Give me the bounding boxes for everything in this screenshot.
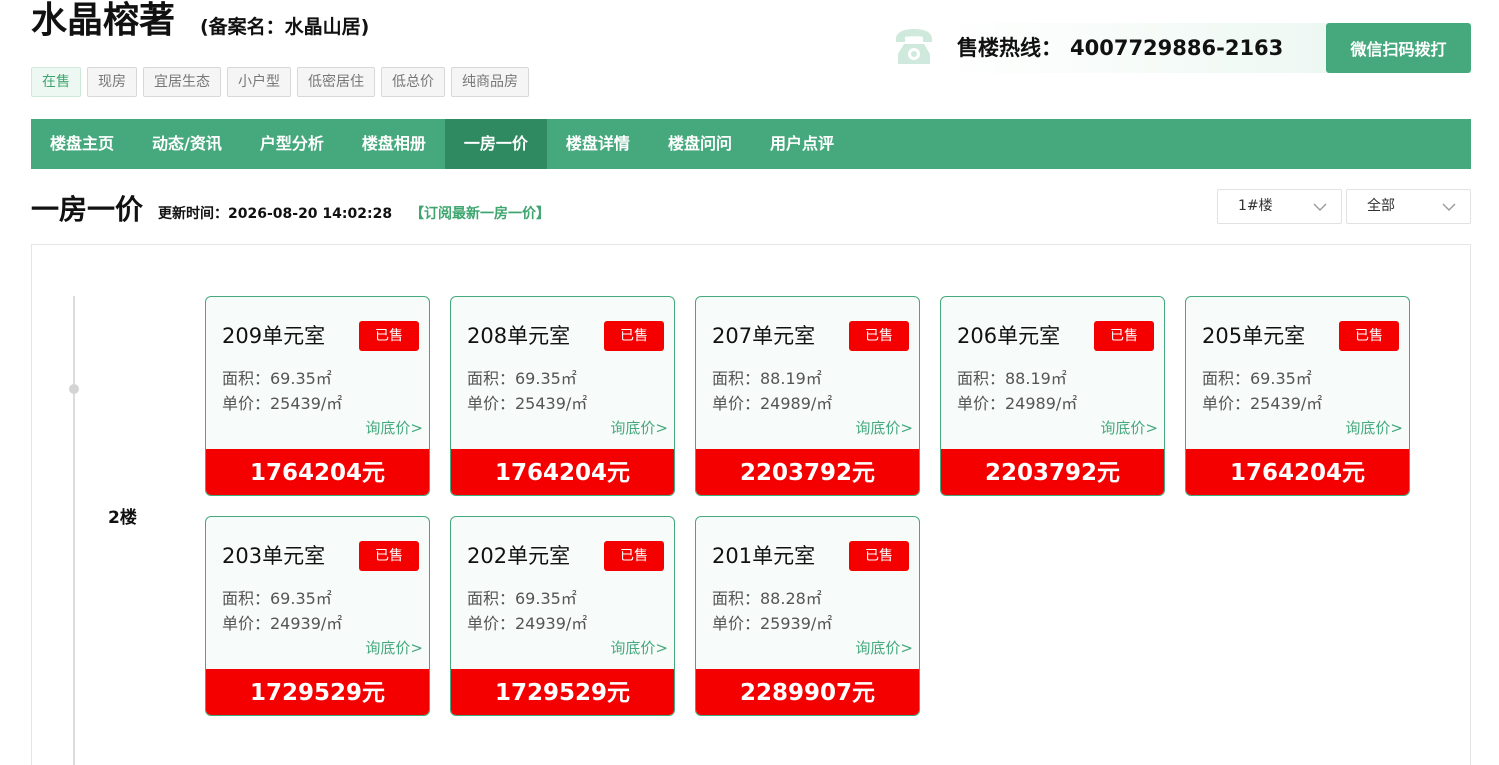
sold-badge: 已售 (359, 321, 419, 351)
unit-card[interactable]: 201单元室 已售 面积：88.28㎡ 单价：25939/㎡ 询底价> 2289… (695, 516, 920, 716)
unit-price: 单价：24989/㎡ (712, 394, 833, 413)
unit-card[interactable]: 209单元室 已售 面积：69.35㎡ 单价：25439/㎡ 询底价> 1764… (205, 296, 430, 496)
record-name: (备案名：水晶山居) (200, 16, 370, 38)
nav-details[interactable]: 楼盘详情 (547, 119, 649, 169)
unit-name: 203单元室 (222, 544, 326, 568)
inquire-price-link[interactable]: 询底价> (610, 417, 668, 439)
nav-floorplans[interactable]: 户型分析 (241, 119, 343, 169)
sold-badge: 已售 (604, 541, 664, 571)
main-nav: 楼盘主页 动态/资讯 户型分析 楼盘相册 一房一价 楼盘详情 楼盘问问 用户点评 (31, 119, 1471, 169)
nav-reviews[interactable]: 用户点评 (751, 119, 853, 169)
tag-ready-house: 现房 (87, 67, 137, 97)
unit-card[interactable]: 208单元室 已售 面积：69.35㎡ 单价：25439/㎡ 询底价> 1764… (450, 296, 675, 496)
unit-area: 面积：69.35㎡ (467, 589, 577, 608)
inquire-price-link[interactable]: 询底价> (1345, 417, 1403, 439)
update-label: 更新时间： (158, 206, 228, 222)
unit-area: 面积：69.35㎡ (1202, 369, 1312, 388)
unit-price: 单价：25439/㎡ (222, 394, 343, 413)
sold-badge: 已售 (1094, 321, 1154, 351)
unit-price: 单价：25439/㎡ (1202, 394, 1323, 413)
unit-name: 209单元室 (222, 324, 326, 348)
update-time: 更新时间：2026-08-20 14:02:28 (158, 204, 392, 224)
inquire-price-link[interactable]: 询底价> (610, 637, 668, 659)
timeline-dot (69, 384, 79, 394)
total-price: 1729529元 (206, 669, 429, 715)
unit-name: 202单元室 (467, 544, 571, 568)
floor-timeline (73, 296, 75, 765)
nav-qa[interactable]: 楼盘问问 (649, 119, 751, 169)
unit-area: 面积：88.19㎡ (957, 369, 1067, 388)
project-title: 水晶榕著 (31, 0, 176, 41)
total-price: 1729529元 (451, 669, 674, 715)
nav-home[interactable]: 楼盘主页 (31, 119, 133, 169)
total-price: 1764204元 (1186, 449, 1409, 495)
nav-news[interactable]: 动态/资讯 (133, 119, 241, 169)
unit-name: 206单元室 (957, 324, 1061, 348)
sold-badge: 已售 (849, 541, 909, 571)
unit-name: 205单元室 (1202, 324, 1306, 348)
unit-area: 面积：69.35㎡ (222, 589, 332, 608)
sold-badge: 已售 (1339, 321, 1399, 351)
building-select-value: 1#楼 (1238, 198, 1273, 214)
unit-area: 面积：88.28㎡ (712, 589, 822, 608)
subscribe-link[interactable]: 【订阅最新一房一价】 (410, 204, 550, 224)
unit-price: 单价：24989/㎡ (957, 394, 1078, 413)
sold-badge: 已售 (359, 541, 419, 571)
unit-card[interactable]: 206单元室 已售 面积：88.19㎡ 单价：24989/㎡ 询底价> 2203… (940, 296, 1165, 496)
status-select-value: 全部 (1367, 198, 1395, 214)
wechat-scan-call-button[interactable]: 微信扫码拨打 (1326, 23, 1471, 73)
total-price: 1764204元 (206, 449, 429, 495)
inquire-price-link[interactable]: 询底价> (365, 637, 423, 659)
unit-card[interactable]: 203单元室 已售 面积：69.35㎡ 单价：24939/㎡ 询底价> 1729… (205, 516, 430, 716)
unit-area: 面积：69.35㎡ (467, 369, 577, 388)
unit-area: 面积：69.35㎡ (222, 369, 332, 388)
sold-badge: 已售 (849, 321, 909, 351)
sold-badge: 已售 (604, 321, 664, 351)
unit-name: 208单元室 (467, 324, 571, 348)
tag-list: 在售 现房 宜居生态 小户型 低密居住 低总价 纯商品房 (31, 67, 529, 97)
chevron-down-icon (1442, 203, 1456, 211)
unit-price: 单价：24939/㎡ (467, 614, 588, 633)
unit-area: 面积：88.19㎡ (712, 369, 822, 388)
building-select[interactable]: 1#楼 (1217, 189, 1342, 224)
floor-label: 2楼 (108, 508, 137, 528)
phone-icon (896, 29, 932, 64)
section-title: 一房一价 (31, 193, 144, 226)
update-value: 2026-08-20 14:02:28 (228, 206, 393, 222)
tag-low-total: 低总价 (381, 67, 445, 97)
total-price: 2203792元 (941, 449, 1164, 495)
unit-price: 单价：25939/㎡ (712, 614, 833, 633)
tag-commercial: 纯商品房 (451, 67, 529, 97)
unit-name: 201单元室 (712, 544, 816, 568)
inquire-price-link[interactable]: 询底价> (855, 417, 913, 439)
tag-small-unit: 小户型 (227, 67, 291, 97)
nav-album[interactable]: 楼盘相册 (343, 119, 445, 169)
nav-price-list[interactable]: 一房一价 (444, 119, 547, 169)
unit-price: 单价：24939/㎡ (222, 614, 343, 633)
inquire-price-link[interactable]: 询底价> (365, 417, 423, 439)
unit-card[interactable]: 205单元室 已售 面积：69.35㎡ 单价：25439/㎡ 询底价> 1764… (1185, 296, 1410, 496)
total-price: 2203792元 (696, 449, 919, 495)
hotline-number: 4007729886-2163 (1070, 36, 1284, 60)
unit-price: 单价：25439/㎡ (467, 394, 588, 413)
status-select[interactable]: 全部 (1346, 189, 1471, 224)
tag-livable: 宜居生态 (143, 67, 221, 97)
hotline-label: 售楼热线： (957, 36, 1062, 60)
unit-name: 207单元室 (712, 324, 816, 348)
total-price: 2289907元 (696, 669, 919, 715)
chevron-down-icon (1313, 203, 1327, 211)
tag-low-density: 低密居住 (297, 67, 375, 97)
inquire-price-link[interactable]: 询底价> (1100, 417, 1158, 439)
unit-card[interactable]: 207单元室 已售 面积：88.19㎡ 单价：24989/㎡ 询底价> 2203… (695, 296, 920, 496)
unit-card[interactable]: 202单元室 已售 面积：69.35㎡ 单价：24939/㎡ 询底价> 1729… (450, 516, 675, 716)
tag-on-sale: 在售 (31, 67, 81, 97)
inquire-price-link[interactable]: 询底价> (855, 637, 913, 659)
total-price: 1764204元 (451, 449, 674, 495)
